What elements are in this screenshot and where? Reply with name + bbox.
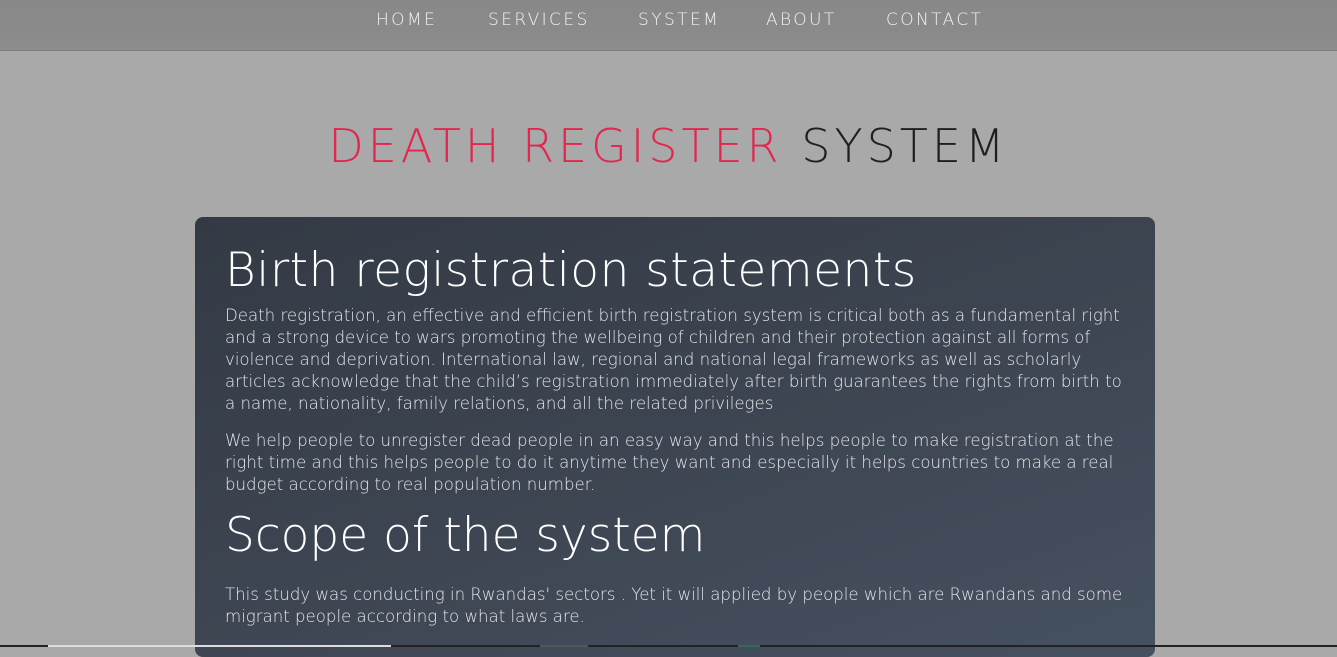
top-navbar: HOME SERVICES SYSTEM ABOUT CONTACT [0,0,1337,51]
scope-paragraph: This study was conducting in Rwandas' se… [225,585,1123,626]
content-card: Birth registration statements Death regi… [195,217,1155,657]
site-title-accent: DEATH REGISTER [328,118,783,173]
nav-home-link[interactable]: HOME [376,10,437,30]
service-description-paragraph: We help people to unregister dead people… [225,431,1114,494]
site-title-dark: SYSTEM [801,118,1009,173]
nav-system-link[interactable]: SYSTEM [638,10,720,30]
birth-registration-paragraph: Death registration, an effective and eff… [225,306,1122,413]
scope-heading: Scope of the system [225,508,706,563]
nav-contact-link[interactable]: CONTACT [886,10,983,30]
birth-registration-heading: Birth registration statements [225,243,917,298]
site-title: DEATH REGISTER SYSTEM [0,119,1337,173]
nav-services-link[interactable]: SERVICES [488,10,590,30]
nav-about-link[interactable]: ABOUT [766,10,837,30]
